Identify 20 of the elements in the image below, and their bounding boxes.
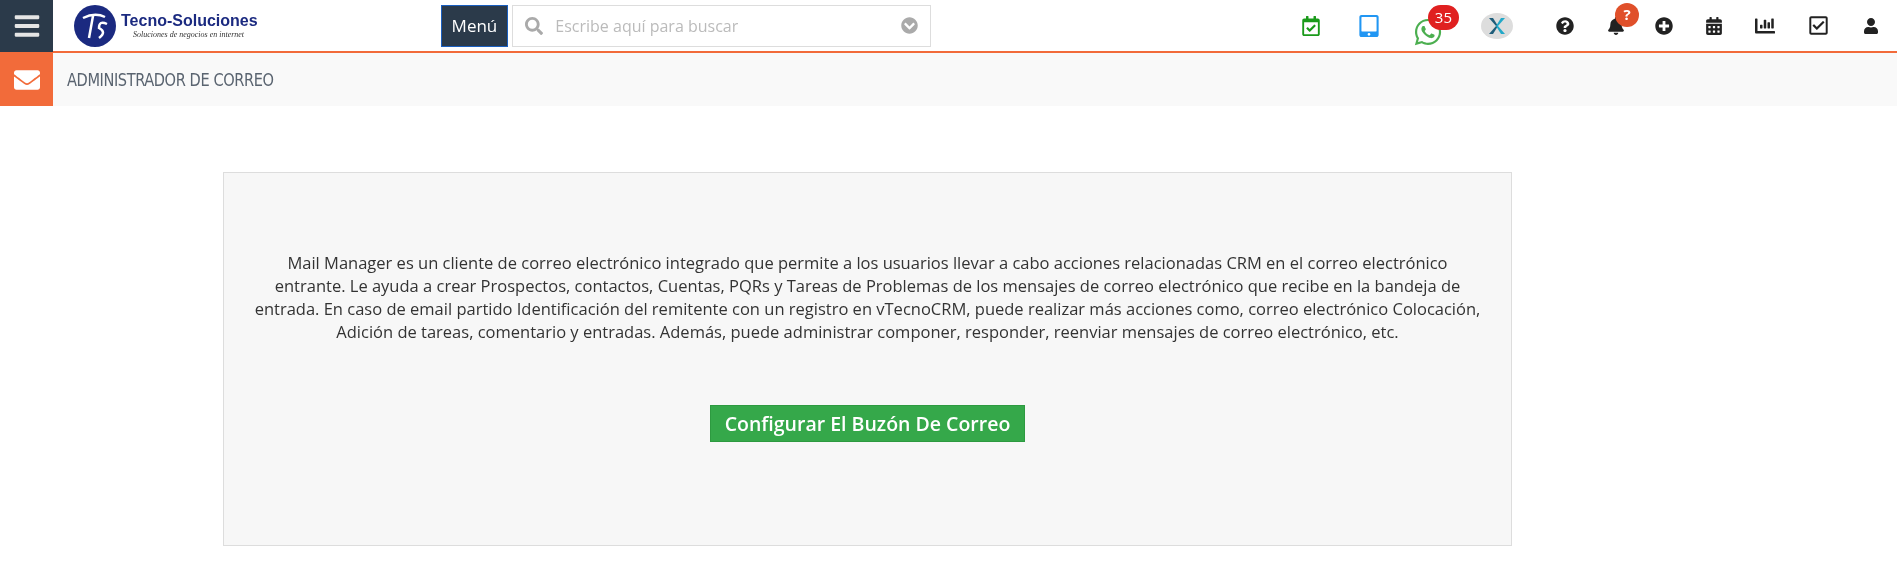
logo-tagline: Soluciones de negocios en internet — [133, 30, 246, 39]
user-icon[interactable] — [1863, 17, 1879, 34]
page-title: ADMINISTRADOR DE CORREO — [67, 68, 274, 92]
checkbox-icon[interactable] — [1807, 15, 1829, 36]
count-badge: 35 — [1427, 4, 1459, 30]
tablet-icon[interactable] — [1358, 14, 1380, 37]
calendar-check-icon[interactable] — [1301, 15, 1321, 36]
help-icon[interactable] — [1556, 16, 1574, 35]
menu-button[interactable]: Menú — [440, 4, 509, 47]
search-placeholder: Escribe aquí para buscar — [555, 13, 740, 38]
menu-icon[interactable] — [0, 0, 53, 52]
logo-name: Tecno-Soluciones — [121, 12, 258, 29]
calendar-icon[interactable] — [1705, 16, 1723, 35]
count-badge: ? — [1615, 2, 1639, 27]
logo-emblem-icon — [73, 3, 117, 48]
description: Mail Manager es un cliente de correo electrónico integrado que permite a los usuarios llevar a cabo acciones relacionadas CRM en el correo electrónico entrante. Le ayuda a crear Prospectos, contactos, Cuentas, PQRs y Tareas de Problemas de los mensajes de correo electrónico que recibe en la bandeja de entrada. En caso de email partido Identificación del remitente con un registro en vTecnoCRM, puede realizar más acciones como, correo electrónico Colocación, Adición de tareas, comentario y entradas. Además, puede administrar componer, responder, reenviar mensajes de correo electrónico, etc. — [253, 251, 1482, 343]
add-icon[interactable] — [1655, 16, 1673, 35]
x-logo-icon[interactable] — [1481, 12, 1513, 39]
search-icon — [525, 16, 544, 35]
logo[interactable]: Tecno-Soluciones Soluciones de negocios en internet — [73, 3, 258, 48]
